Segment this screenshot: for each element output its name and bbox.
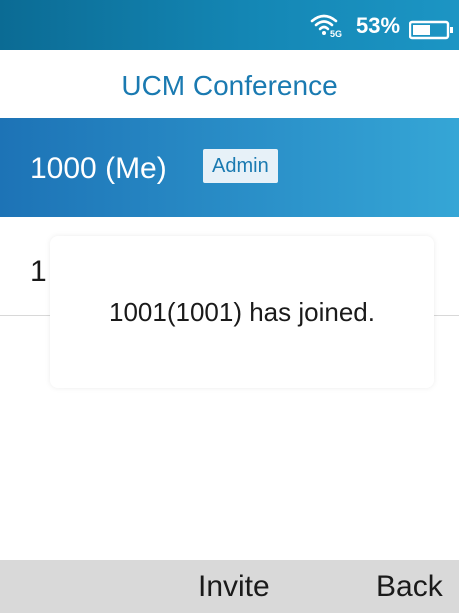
join-notification-toast: 1001(1001) has joined. bbox=[50, 236, 434, 388]
status-bar: 5G 53% bbox=[0, 0, 459, 50]
battery-icon bbox=[409, 20, 453, 40]
battery-fill bbox=[413, 25, 430, 35]
back-softkey[interactable]: Back bbox=[376, 570, 443, 604]
page-title: UCM Conference bbox=[121, 70, 338, 101]
softkey-bar: Invite Back bbox=[0, 560, 459, 613]
admin-badge: Admin bbox=[203, 149, 278, 183]
phone-screen: 5G 53% UCM Conference 1000 (Me) Admin 1 … bbox=[0, 0, 459, 613]
participant-name: 1 bbox=[30, 255, 47, 288]
participant-row-me[interactable]: 1000 (Me) Admin bbox=[0, 118, 459, 217]
wifi-5g-icon: 5G bbox=[310, 14, 342, 38]
network-label: 5G bbox=[330, 29, 342, 38]
invite-softkey[interactable]: Invite bbox=[198, 570, 270, 604]
title-bar: UCM Conference bbox=[0, 50, 459, 118]
toast-message: 1001(1001) has joined. bbox=[109, 296, 375, 327]
participant-name: 1000 (Me) bbox=[30, 152, 167, 185]
battery-percent: 53% bbox=[356, 13, 401, 38]
